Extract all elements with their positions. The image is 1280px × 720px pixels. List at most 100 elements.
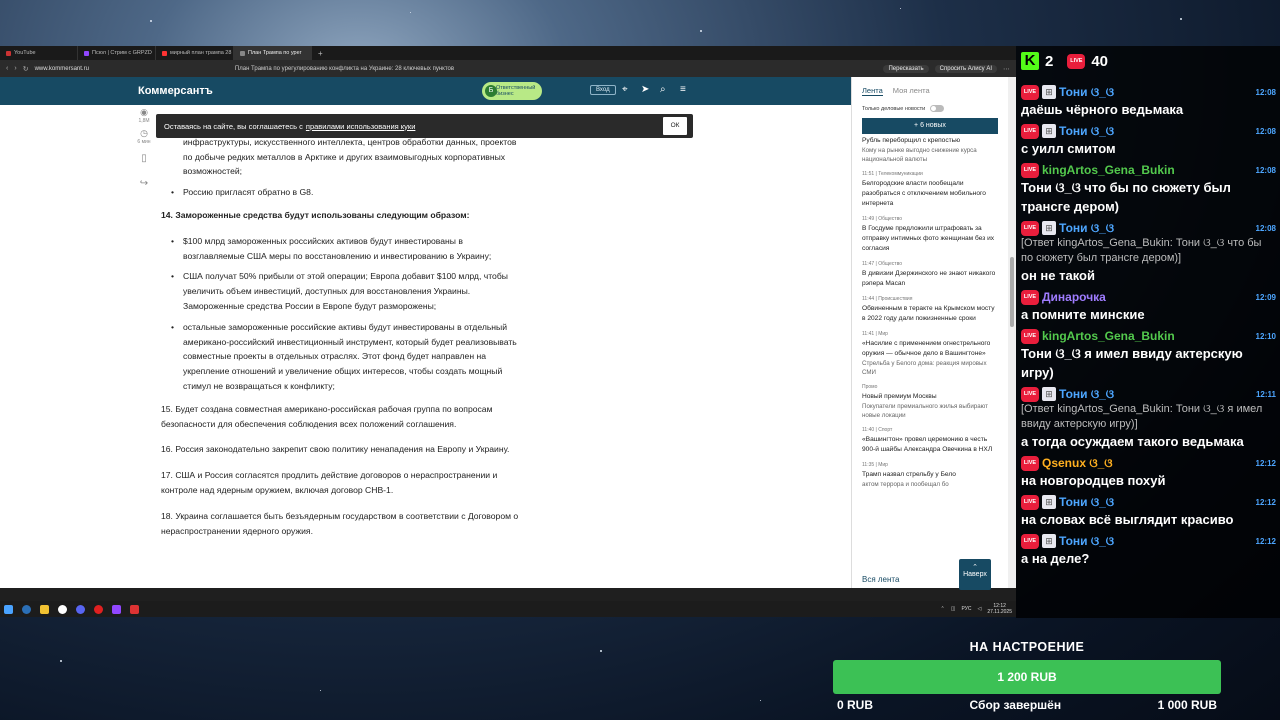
network-icon[interactable]: ◫ bbox=[951, 606, 956, 612]
retell-button[interactable]: Пересказать bbox=[883, 64, 929, 73]
toggle-switch[interactable] bbox=[930, 105, 945, 112]
discord-icon[interactable] bbox=[76, 604, 85, 614]
chat-time: 12:08 bbox=[1255, 166, 1276, 175]
search-icon[interactable]: ⌕ bbox=[660, 84, 666, 95]
feed-item[interactable]: 11:41 | Мир «Насилие с применением огнест… bbox=[862, 331, 998, 377]
obs-icon[interactable] bbox=[94, 604, 103, 614]
live-badge-icon: LIVE bbox=[1021, 123, 1039, 139]
responsible-business-badge[interactable]: Б Ответственный бизнес bbox=[482, 82, 542, 100]
chat-text: а тогда осуждаем такого ведьмака bbox=[1021, 434, 1244, 449]
tab-stream[interactable]: Псюл | Стрим с GRPZD bbox=[78, 46, 156, 60]
chevron-up-icon[interactable]: ⌃ bbox=[941, 606, 945, 612]
list-item: Россию пригласят обратно в G8. bbox=[171, 185, 521, 200]
cookie-ok-button[interactable]: ОК bbox=[663, 117, 687, 135]
list-item: $100 млрд замороженных российских активо… bbox=[171, 234, 521, 264]
chat-text: на новгородцев похуй bbox=[1021, 473, 1166, 488]
extensions-icon[interactable]: ⋯ bbox=[1003, 65, 1010, 73]
business-news-toggle[interactable]: Только деловые новости bbox=[862, 105, 998, 112]
search-icon[interactable] bbox=[22, 604, 31, 614]
share-article-icon[interactable]: ↪ bbox=[136, 178, 152, 189]
chat-username[interactable]: Тони ଓ_ଓ bbox=[1059, 534, 1114, 549]
paragraph: 18. Украина соглашается быть безъядерным… bbox=[161, 510, 519, 536]
chat-text: он не такой bbox=[1021, 268, 1095, 283]
chat-username[interactable]: Тони ଓ_ଓ bbox=[1059, 124, 1114, 139]
start-icon[interactable] bbox=[4, 604, 13, 614]
live-badge-icon: LIVE bbox=[1021, 220, 1039, 236]
back-icon[interactable]: ‹ bbox=[6, 65, 8, 72]
feed-item[interactable]: Рубль переборщил с крепостью Кому на рынк… bbox=[862, 136, 998, 164]
chat-username[interactable]: Динарочка bbox=[1042, 290, 1106, 304]
scroll-to-top-button[interactable]: ⌃ Наверх bbox=[959, 559, 991, 590]
live-badge-icon: LIVE bbox=[1021, 289, 1039, 305]
bookmark-icon[interactable]: ▯ bbox=[136, 153, 152, 164]
chat-message: LIVE ⊞ Тони ଓ_ଓ 12:12 а на деле? bbox=[1016, 533, 1280, 568]
share-icon[interactable]: ➤ bbox=[641, 84, 649, 95]
feed-item[interactable]: 11:47 | Общество В дивизии Дзержинского н… bbox=[862, 261, 998, 289]
chat-time: 12:08 bbox=[1255, 88, 1276, 97]
chat-username[interactable]: Qsenux ଓ_ଓ bbox=[1042, 456, 1113, 471]
new-tab-button[interactable]: + bbox=[312, 49, 329, 58]
chat-username[interactable]: Тони ଓ_ଓ bbox=[1059, 387, 1114, 402]
reload-icon[interactable]: ↻ bbox=[23, 65, 29, 73]
chat-message: LIVE Qsenux ଓ_ଓ 12:12 на новгородцев похуй bbox=[1016, 455, 1280, 490]
tab-search[interactable]: мирный план трампа 28 bbox=[156, 46, 234, 60]
live-badge-icon: LIVE bbox=[1021, 328, 1039, 344]
live-badge-icon: LIVE bbox=[1021, 455, 1039, 471]
app-icon[interactable] bbox=[112, 604, 121, 614]
feed-item[interactable]: Промо Новый премиум Москвы Покупатели прем… bbox=[862, 384, 998, 420]
tab-kommersant[interactable]: План Трампа по урег bbox=[234, 46, 312, 60]
chat-username[interactable]: kingArtos_Gena_Bukin bbox=[1042, 163, 1175, 177]
clock[interactable]: 12:12 27.11.2025 bbox=[987, 603, 1012, 615]
bullet-list: $100 млрд замороженных российских активо… bbox=[171, 234, 521, 394]
paragraph: 15. Будет создана совместная американо-р… bbox=[161, 403, 493, 429]
forward-icon[interactable]: › bbox=[14, 65, 16, 72]
gift-icon: ⊞ bbox=[1042, 495, 1056, 509]
views-count: 1,8М bbox=[138, 118, 150, 124]
chat-username[interactable]: Тони ଓ_ଓ bbox=[1059, 85, 1114, 100]
new-items-button[interactable]: + 6 новых bbox=[862, 118, 998, 134]
chat-username[interactable]: kingArtos_Gena_Bukin bbox=[1042, 329, 1175, 343]
folder-icon[interactable] bbox=[40, 604, 49, 614]
feed-item[interactable]: 11:40 | Спорт «Вашингтон» провел церемони… bbox=[862, 427, 998, 455]
ask-alice-button[interactable]: Спросить Алису AI bbox=[934, 64, 997, 73]
scrollbar-thumb[interactable] bbox=[1010, 257, 1014, 327]
feed-item[interactable]: 11:35 | Мир Трамп назвал стрельбу у Бело а… bbox=[862, 462, 998, 489]
yandex-browser-icon[interactable] bbox=[58, 604, 67, 614]
feed-item[interactable]: 11:51 | Телекоммуникации Белгородские вла… bbox=[862, 171, 998, 209]
chat-time: 12:12 bbox=[1255, 498, 1276, 507]
url-field[interactable]: www.kommersant.ru bbox=[35, 66, 89, 72]
feed-item[interactable]: 11:49 | Общество В Госдуме предложили штр… bbox=[862, 216, 998, 254]
menu-icon[interactable]: ≡ bbox=[680, 84, 686, 95]
chat-text: а на деле? bbox=[1021, 551, 1090, 566]
all-news-link[interactable]: Вся лента bbox=[862, 575, 899, 584]
tab-youtube[interactable]: YouTube bbox=[0, 46, 78, 60]
cookie-policy-link[interactable]: правилами использования куки bbox=[306, 122, 416, 131]
paragraph: 16. Россия законодательно закрепит свою … bbox=[161, 444, 510, 455]
list-item: США получат 50% прибыли от этой операции… bbox=[171, 269, 521, 313]
feed-item[interactable]: 11:44 | Происшествия Обвиненным в теракте… bbox=[862, 296, 998, 324]
volume-icon[interactable]: ◁ bbox=[977, 606, 981, 612]
chat-messages: LIVE ⊞ Тони ଓ_ଓ 12:08 даёшь чёрного ведьмака… bbox=[1016, 84, 1280, 568]
chat-username[interactable]: Тони ଓ_ଓ bbox=[1059, 221, 1114, 236]
chat-text: Тони ଓ_ଓ что бы по сюжету был трансге де… bbox=[1021, 180, 1231, 214]
tab-my-feed[interactable]: Моя лента bbox=[893, 86, 930, 96]
donation-goal: НА НАСТРОЕНИЕ 1 200 RUB 0 RUB Сбор завер… bbox=[833, 640, 1221, 712]
location-icon[interactable]: ⌖ bbox=[622, 84, 628, 95]
kick-icon: K bbox=[1021, 52, 1039, 70]
paragraph: 17. США и Россия согласятся продлить дей… bbox=[161, 470, 498, 495]
live-badge-icon: LIVE bbox=[1021, 84, 1039, 100]
page-title: План Трампа по урегулированию конфликта … bbox=[234, 65, 455, 72]
gift-icon: ⊞ bbox=[1042, 534, 1056, 548]
site-logo[interactable]: Коммерсантъ bbox=[138, 85, 213, 97]
steam-icon[interactable] bbox=[130, 604, 139, 614]
language-indicator[interactable]: РУС bbox=[961, 606, 971, 612]
login-button[interactable]: Вход bbox=[590, 85, 616, 95]
min-amount: 0 RUB bbox=[837, 698, 874, 712]
live-badge-icon: LIVE bbox=[1021, 533, 1039, 549]
donation-status: Сбор завершён bbox=[969, 698, 1062, 712]
chat-username[interactable]: Тони ଓ_ଓ bbox=[1059, 495, 1114, 510]
cookie-banner: Оставаясь на сайте, вы соглашаетесь с пр… bbox=[156, 114, 693, 138]
tab-feed[interactable]: Лента bbox=[862, 86, 883, 96]
scrollbar[interactable] bbox=[1008, 77, 1016, 588]
chat-time: 12:12 bbox=[1255, 459, 1276, 468]
